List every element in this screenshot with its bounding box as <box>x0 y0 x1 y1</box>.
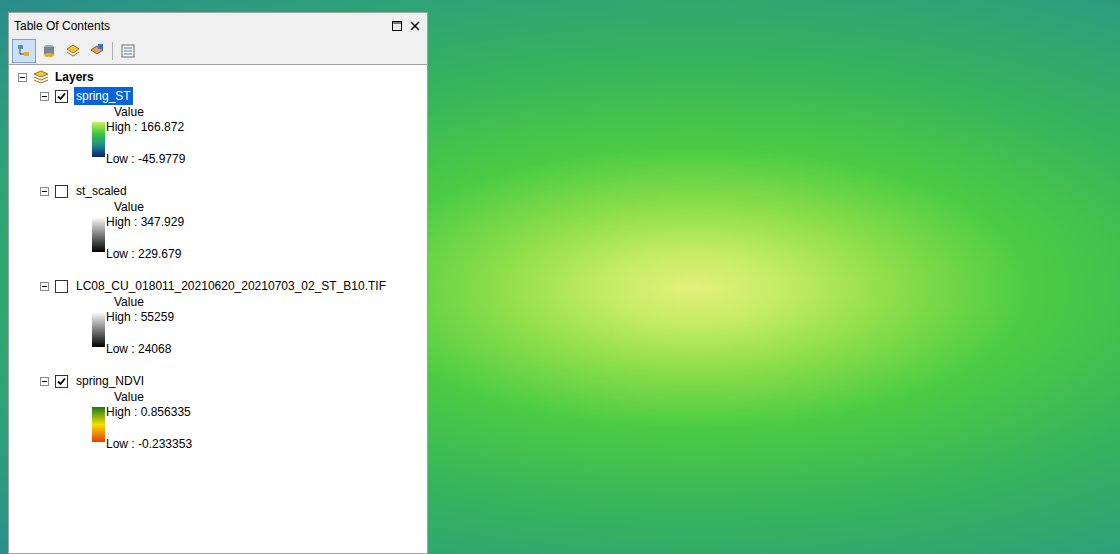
layer-legend: ValueHigh : 55259 Low : 24068 <box>40 295 418 356</box>
list-by-source-icon[interactable] <box>41 43 57 59</box>
legend-low: Low : -45.9779 <box>106 152 185 166</box>
layer-item: spring_STValueHigh : 166.872 Low : -45.97… <box>40 87 418 166</box>
expand-toggle-icon[interactable] <box>40 187 49 196</box>
layer-checkbox[interactable] <box>55 90 68 103</box>
list-by-visibility-icon[interactable] <box>62 40 84 62</box>
options-icon[interactable] <box>120 43 136 59</box>
layer-legend: ValueHigh : 166.872 Low : -45.9779 <box>40 105 418 166</box>
legend-high: High : 166.872 <box>106 120 185 134</box>
title-bar[interactable]: Table Of Contents <box>9 13 427 38</box>
layer-checkbox[interactable] <box>55 375 68 388</box>
expand-toggle-icon[interactable] <box>40 377 49 386</box>
legend-field: Value <box>92 200 418 215</box>
close-icon[interactable] <box>410 21 420 31</box>
layer-name[interactable]: spring_NDVI <box>74 372 146 390</box>
list-by-drawing-order-icon[interactable] <box>16 43 32 59</box>
layer-tree: Layersspring_STValueHigh : 166.872Low : … <box>9 64 427 553</box>
layer-legend: ValueHigh : 347.929 Low : 229.679 <box>40 200 418 261</box>
tree-root[interactable]: Layers <box>18 68 418 86</box>
list-by-drawing-order-icon[interactable] <box>13 40 35 62</box>
legend-low: Low : 229.679 <box>106 247 184 261</box>
color-ramp <box>92 312 105 347</box>
expand-toggle-icon[interactable] <box>40 282 49 291</box>
layer-item: st_scaledValueHigh : 347.929 Low : 229.67… <box>40 182 418 261</box>
layer-name[interactable]: LC08_CU_018011_20210620_20210703_02_ST_B… <box>74 277 388 295</box>
toolbar <box>9 38 427 64</box>
legend-low: Low : -0.233353 <box>106 437 192 451</box>
expand-toggle-icon[interactable] <box>18 73 27 82</box>
layer-item: spring_NDVIValueHigh : 0.856335 Low : -0.… <box>40 372 418 451</box>
window-title: Table Of Contents <box>14 17 110 35</box>
list-by-source-icon[interactable] <box>38 40 60 62</box>
toc-panel: Table Of ContentsLayersspring_STValueHig… <box>8 12 428 554</box>
options-icon[interactable] <box>117 40 139 62</box>
legend-high: High : 55259 <box>106 310 174 324</box>
legend-high: High : 0.856335 <box>106 405 192 419</box>
layer-item: LC08_CU_018011_20210620_20210703_02_ST_B… <box>40 277 418 356</box>
arcmap-screen: Table Of ContentsLayersspring_STValueHig… <box>0 0 1120 554</box>
maximize-icon[interactable] <box>392 21 402 31</box>
color-ramp <box>92 217 105 252</box>
legend-field: Value <box>92 105 418 120</box>
layer-name[interactable]: st_scaled <box>74 182 129 200</box>
layer-name[interactable]: spring_ST <box>74 87 133 105</box>
layer-checkbox[interactable] <box>55 185 68 198</box>
layers-icon <box>33 70 49 84</box>
legend-low: Low : 24068 <box>106 342 174 356</box>
list-by-selection-icon[interactable] <box>89 43 105 59</box>
legend-field: Value <box>92 390 418 405</box>
list-by-selection-icon[interactable] <box>86 40 108 62</box>
color-ramp <box>92 122 105 157</box>
legend-field: Value <box>92 295 418 310</box>
root-label: Layers <box>55 68 94 86</box>
layer-legend: ValueHigh : 0.856335 Low : -0.233353 <box>40 390 418 451</box>
list-by-visibility-icon[interactable] <box>65 43 81 59</box>
color-ramp <box>92 407 105 442</box>
legend-high: High : 347.929 <box>106 215 184 229</box>
layer-checkbox[interactable] <box>55 280 68 293</box>
expand-toggle-icon[interactable] <box>40 92 49 101</box>
